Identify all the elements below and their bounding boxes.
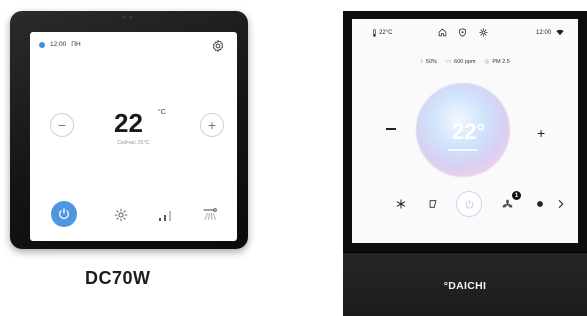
increase-temp-button[interactable]: + bbox=[537, 126, 545, 140]
swing-icon[interactable] bbox=[202, 206, 218, 222]
decrease-temp-button[interactable] bbox=[386, 128, 396, 130]
camera-dots bbox=[122, 16, 132, 19]
fan-speed-icon[interactable] bbox=[158, 209, 172, 221]
shield-icon[interactable] bbox=[458, 28, 467, 37]
current-temperature: Сейчас 25°C bbox=[117, 140, 150, 146]
dc70w-device: 12:00 ПН − 22 °C + Сейчас 25°C bbox=[10, 11, 248, 249]
sensor-co2: ▭ 600 ppm bbox=[445, 59, 476, 65]
sensor-humidity: ◊ 50% bbox=[420, 59, 437, 65]
more-icon[interactable] bbox=[558, 199, 564, 209]
co2-icon: ▭ bbox=[445, 59, 452, 65]
home-icon[interactable] bbox=[438, 28, 447, 37]
power-button[interactable] bbox=[456, 191, 482, 217]
sun-icon[interactable] bbox=[535, 199, 545, 209]
power-button[interactable] bbox=[51, 201, 77, 227]
power-icon bbox=[465, 199, 473, 208]
temperature-underline bbox=[448, 149, 478, 151]
daichi-screen: 22°C 12:00 ◊50% ▭600 ppm ◎PM 2.5 22° bbox=[352, 19, 578, 243]
dc70w-status-bar: 12:00 ПН bbox=[39, 41, 81, 48]
fan-icon[interactable] bbox=[502, 199, 513, 210]
dc70w-screen: 12:00 ПН − 22 °C + Сейчас 25°C bbox=[30, 32, 237, 241]
settings-icon[interactable] bbox=[479, 28, 488, 37]
pm-icon: ◎ bbox=[484, 59, 490, 65]
status-time: 12:00 bbox=[50, 41, 67, 48]
status-day: ПН bbox=[71, 41, 81, 48]
daichi-device: 22°C 12:00 ◊50% ▭600 ppm ◎PM 2.5 22° bbox=[343, 11, 587, 316]
filter-icon[interactable] bbox=[428, 199, 438, 209]
temperature-unit: °C bbox=[158, 109, 166, 116]
sun-mode-icon[interactable] bbox=[114, 208, 128, 222]
power-icon bbox=[59, 208, 69, 219]
daichi-bezel: °DAICHI bbox=[343, 252, 587, 316]
status-dot-icon bbox=[39, 41, 45, 48]
thermometer-icon bbox=[373, 29, 376, 37]
target-temperature: 22 bbox=[114, 108, 143, 138]
model-label: DC70W bbox=[85, 268, 151, 288]
status-temp: 22°C bbox=[379, 30, 393, 36]
wifi-icon bbox=[556, 29, 564, 36]
settings-icon[interactable] bbox=[211, 39, 225, 53]
brand-logo: °DAICHI bbox=[443, 280, 487, 292]
humidity-icon: ◊ bbox=[420, 59, 423, 65]
sensor-pm: ◎ PM 2.5 bbox=[484, 59, 510, 65]
increase-temp-button[interactable]: + bbox=[200, 113, 224, 137]
status-time: 12:00 bbox=[536, 30, 552, 36]
notification-badge: 1 bbox=[512, 191, 521, 200]
target-temperature: 22° bbox=[452, 119, 486, 144]
daichi-status-bar: 22°C 12:00 bbox=[352, 19, 578, 45]
decrease-temp-button[interactable]: − bbox=[50, 113, 74, 137]
sensor-readings: ◊ 50% ▭ 600 ppm ◎ PM 2.5 bbox=[352, 59, 578, 65]
snowflake-icon[interactable] bbox=[396, 199, 406, 209]
